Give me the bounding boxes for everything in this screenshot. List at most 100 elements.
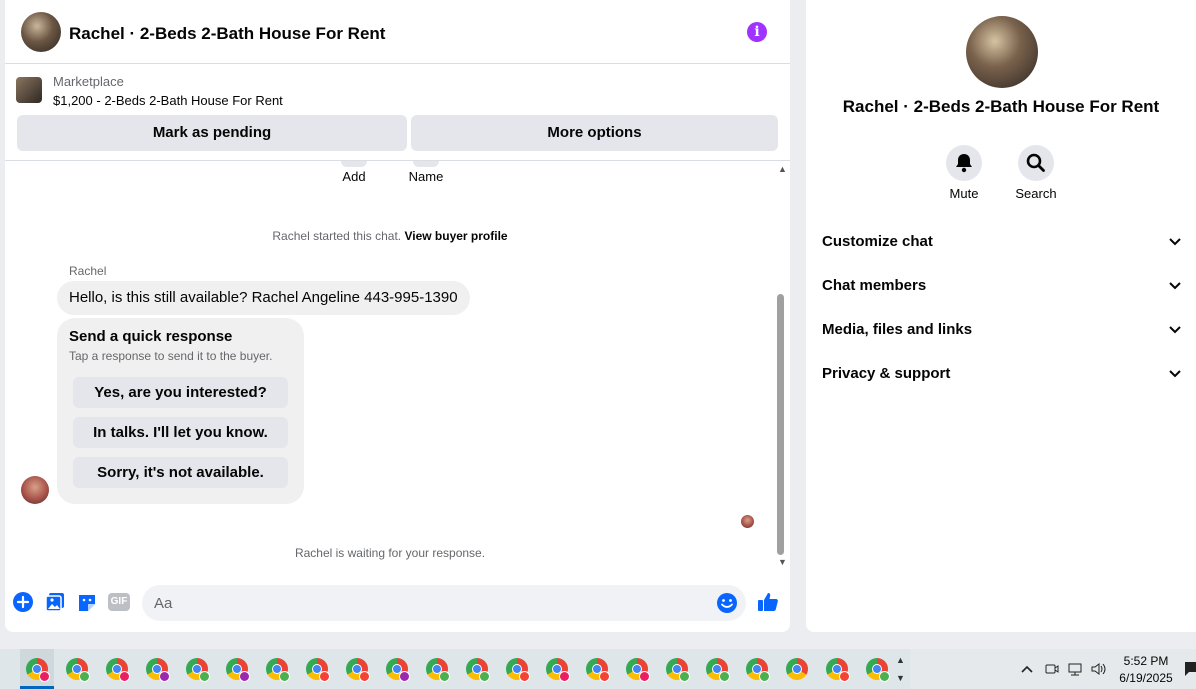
sender-name: Rachel: [69, 264, 107, 278]
system-tray: 5:52 PM 6/19/2025: [910, 649, 1196, 689]
chrome-app-icon[interactable]: [306, 658, 330, 682]
profile-badge-icon: [319, 671, 330, 682]
chrome-app-icon[interactable]: [706, 658, 730, 682]
profile-badge-icon: [199, 671, 210, 682]
chrome-app-icon[interactable]: [426, 658, 450, 682]
search-button[interactable]: [1018, 145, 1054, 181]
chrome-app-icon[interactable]: [186, 658, 210, 682]
profile-badge-icon: [39, 671, 50, 682]
name-chat-icon[interactable]: [413, 161, 439, 167]
mute-button[interactable]: [946, 145, 982, 181]
profile-badge-icon: [359, 671, 370, 682]
tray-clock[interactable]: 5:52 PM 6/19/2025: [1110, 653, 1182, 687]
profile-badge-icon: [79, 671, 90, 682]
customize-chat-label: Customize chat: [822, 233, 933, 250]
privacy-support-row[interactable]: Privacy & support: [822, 352, 1182, 396]
mark-as-pending-button[interactable]: Mark as pending: [17, 115, 407, 151]
quick-response-not-available-button[interactable]: Sorry, it's not available.: [73, 457, 288, 488]
chrome-app-icon[interactable]: [826, 658, 850, 682]
volume-icon[interactable]: [1090, 661, 1108, 677]
chat-started-notice: Rachel started this chat. View buyer pro…: [5, 229, 775, 243]
thread-scrollbar[interactable]: ▲ ▼: [775, 161, 790, 571]
quick-response-in-talks-button[interactable]: In talks. I'll let you know.: [73, 417, 288, 448]
sticker-icon[interactable]: [76, 591, 98, 613]
network-icon[interactable]: [1066, 661, 1084, 677]
chat-members-row[interactable]: Chat members: [822, 264, 1182, 308]
scroll-up-arrow-icon[interactable]: ▲: [778, 164, 787, 174]
meet-now-icon[interactable]: [1044, 661, 1060, 677]
info-icon[interactable]: i: [747, 22, 767, 42]
profile-badge-icon: [479, 671, 490, 682]
chrome-app-icon[interactable]: [466, 658, 490, 682]
quick-response-title: Send a quick response: [69, 328, 233, 345]
profile-badge-icon: [519, 671, 530, 682]
profile-badge-icon: [679, 671, 690, 682]
media-files-links-row[interactable]: Media, files and links: [822, 308, 1182, 352]
chrome-app-icon[interactable]: [346, 658, 370, 682]
read-receipt-avatar: [741, 515, 754, 528]
chrome-app-icon[interactable]: [546, 658, 570, 682]
profile-badge-icon: [439, 671, 450, 682]
add-people-icon[interactable]: [341, 161, 367, 167]
sender-avatar[interactable]: [21, 476, 49, 504]
chrome-app-icon[interactable]: [386, 658, 410, 682]
chrome-app-icon[interactable]: [26, 658, 50, 682]
conversation-title[interactable]: Rachel · 2-Beds 2-Bath House For Rent: [69, 24, 385, 44]
chrome-app-icon[interactable]: [746, 658, 770, 682]
emoji-icon[interactable]: [716, 592, 738, 614]
composer: GIF Aa: [5, 571, 790, 632]
quick-response-yes-button[interactable]: Yes, are you interested?: [73, 377, 288, 408]
tray-time: 5:52 PM: [1123, 654, 1169, 668]
chrome-app-icon[interactable]: [266, 658, 290, 682]
bell-icon: [956, 154, 972, 173]
customize-chat-row[interactable]: Customize chat: [822, 220, 1182, 264]
details-title: Rachel · 2-Beds 2-Bath House For Rent: [842, 97, 1160, 116]
details-avatar[interactable]: [966, 16, 1038, 88]
profile-badge-icon: [719, 671, 730, 682]
chevron-down-icon: [1169, 238, 1181, 246]
more-options-button[interactable]: More options: [411, 115, 778, 151]
message-input[interactable]: Aa: [142, 585, 746, 621]
chrome-app-icon[interactable]: [146, 658, 170, 682]
taskbar: ▲ ▼ 5:52 PM 6/19/2025: [0, 649, 1196, 689]
chevron-down-icon: [1169, 326, 1181, 334]
taskbar-scroll-arrows[interactable]: ▲ ▼: [896, 651, 905, 687]
gif-button[interactable]: GIF: [108, 593, 130, 611]
message-thread[interactable]: Add Name Rachel started this chat. View …: [5, 161, 790, 571]
chevron-up-icon[interactable]: [1020, 662, 1034, 676]
profile-badge-icon: [599, 671, 610, 682]
thumbs-up-icon[interactable]: [757, 591, 779, 613]
conversation-avatar[interactable]: [21, 12, 61, 52]
profile-badge-icon: [639, 671, 650, 682]
scrollbar-thumb[interactable]: [777, 294, 784, 555]
listing-thumbnail[interactable]: [16, 77, 42, 103]
media-files-links-label: Media, files and links: [822, 321, 973, 338]
chrome-app-icon[interactable]: [506, 658, 530, 682]
photo-icon[interactable]: [44, 591, 66, 613]
chrome-app-icon[interactable]: [226, 658, 250, 682]
message-bubble[interactable]: Hello, is this still available? Rachel A…: [57, 281, 470, 315]
chrome-app-icon[interactable]: [626, 658, 650, 682]
chrome-app-icon[interactable]: [586, 658, 610, 682]
marketplace-label: Marketplace: [53, 74, 124, 89]
profile-badge-icon: [159, 671, 170, 682]
chrome-app-icon[interactable]: [866, 658, 890, 682]
notification-icon[interactable]: [1184, 661, 1196, 677]
privacy-support-label: Privacy & support: [822, 365, 951, 382]
chrome-app-icon[interactable]: [66, 658, 90, 682]
quick-response-card: Send a quick response Tap a response to …: [57, 318, 304, 504]
search-icon: [1026, 153, 1045, 172]
listing-title[interactable]: $1,200 - 2-Beds 2-Bath House For Rent: [53, 93, 283, 108]
chrome-app-icon[interactable]: [786, 658, 808, 680]
chat-panel: Rachel · 2-Beds 2-Bath House For Rent i …: [5, 0, 790, 632]
scroll-down-arrow-icon[interactable]: ▼: [778, 557, 787, 567]
chrome-app-icon[interactable]: [666, 658, 690, 682]
add-action-label: Add: [342, 169, 366, 184]
details-panel: Rachel · 2-Beds 2-Bath House For Rent Mu…: [806, 0, 1196, 632]
plus-icon[interactable]: [12, 591, 34, 613]
chrome-app-icon[interactable]: [106, 658, 130, 682]
view-buyer-profile-link[interactable]: View buyer profile: [404, 229, 507, 243]
chevron-down-icon: [1169, 370, 1181, 378]
name-action-label: Name: [408, 169, 444, 184]
profile-badge-icon: [759, 671, 770, 682]
